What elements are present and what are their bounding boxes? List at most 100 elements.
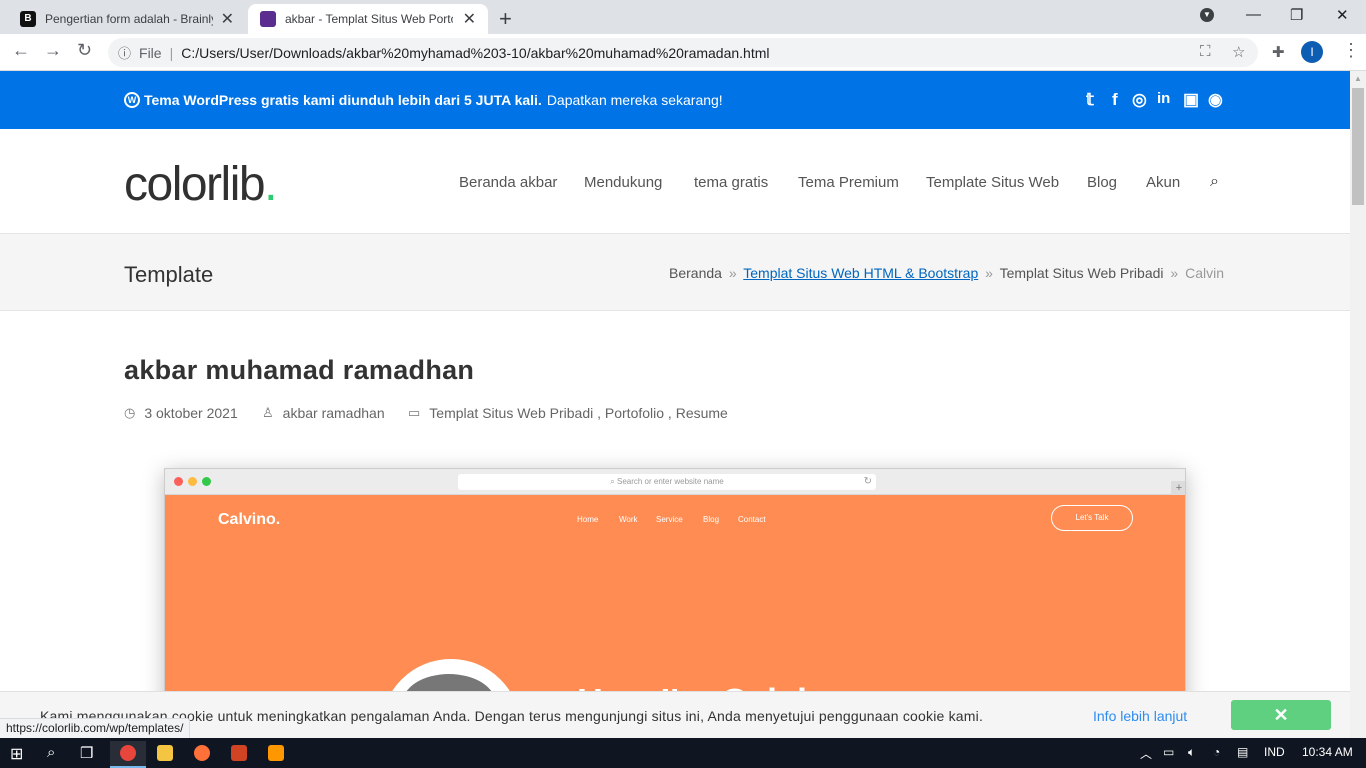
cookie-banner: Kami menggunakan cookie untuk meningkatk… [0,691,1350,738]
chrome-app[interactable] [110,741,146,768]
tab-brainly[interactable]: B Pengertian form adalah - Brainly.co.id… [8,4,246,34]
breadcrumb-current: Calvin [1185,265,1224,281]
menu-item-mendukung[interactable]: Mendukung [584,174,662,191]
breadcrumb-section[interactable]: Templat Situs Web Pribadi [1000,265,1164,281]
forward-icon[interactable]: → [44,40,62,61]
new-tab-icon[interactable]: + [499,6,512,32]
mock-maximize-dot [202,477,211,486]
clock[interactable]: 10:34 AM [1302,745,1353,759]
info-icon[interactable]: ⓘ [118,43,131,62]
windows-taskbar: ⊞ ⌕ ❒ ︿ ▭ 🔈︎ ◔ ▤ IND 10:34 AM [0,738,1366,768]
menu-item-beranda[interactable]: Beranda akbar [459,174,557,191]
status-url-bubble: https://colorlib.com/wp/templates/ [0,718,191,738]
post-author: ♙ akbar ramadhan [262,405,385,421]
reload-icon[interactable]: ↻ [77,40,92,61]
windows-start-icon[interactable]: ⊞ [10,744,23,764]
brainly-favicon-icon: B [20,11,36,27]
tray-chevron-icon[interactable]: ︿ [1140,745,1152,762]
url-text[interactable]: C:/Users/User/Downloads/akbar%20myhamad%… [181,45,769,61]
post-categories-text[interactable]: Templat Situs Web Pribadi , Portofolio ,… [429,405,728,421]
bookmark-star-icon[interactable]: ☆ [1232,43,1245,61]
extensions-icon[interactable]: ✚ [1272,43,1285,61]
address-bar[interactable]: ⓘ File | C:/Users/User/Downloads/akbar%2… [108,38,1258,67]
menu-item-template[interactable]: Template Situs Web [926,174,1059,191]
language-indicator[interactable]: IND [1264,745,1285,759]
search-icon[interactable]: ⌕ [47,744,55,761]
breadcrumb-link[interactable]: Templat Situs Web HTML & Bootstrap [743,265,978,281]
action-center-icon[interactable]: ▤ [1237,745,1248,759]
close-tab-icon[interactable]: ✕ [463,9,476,29]
colorlib-logo[interactable]: colorlib. [124,157,277,212]
tab-title: akbar - Templat Situs Web Portofolio [285,12,453,26]
github-icon[interactable]: ◉ [1208,90,1223,110]
restore-icon[interactable]: ❐ [1290,6,1303,24]
post-author-text[interactable]: akbar ramadhan [283,405,385,421]
menu-item-tema-premium[interactable]: Tema Premium [798,174,899,191]
cookie-info-link[interactable]: Info lebih lanjut [1093,708,1187,724]
mock-search-icon: ⌕ [610,477,617,486]
firefox-app[interactable] [184,741,220,768]
tab-title: Pengertian form adalah - Brainly.co.id [45,12,213,26]
battery-icon[interactable]: ▭ [1163,745,1174,759]
sublime-app[interactable] [258,741,294,768]
firefox-icon [194,745,210,761]
chrome-icon [120,745,136,761]
logo-dot: . [264,158,277,211]
menu-item-akun[interactable]: Akun [1146,174,1180,191]
back-icon[interactable]: ← [12,40,30,61]
announcement-bar: W Tema WordPress gratis kami diunduh leb… [0,71,1350,129]
scrollbar-thumb[interactable] [1352,88,1364,205]
youtube-icon[interactable]: ▣ [1183,90,1199,110]
user-icon: ♙ [262,405,274,420]
twitter-icon[interactable]: 𝕥 [1086,90,1094,110]
search-icon[interactable]: ⌕ [1210,173,1219,191]
task-view-icon[interactable]: ❒ [80,744,93,762]
powerpoint-app[interactable] [221,741,257,768]
breadcrumb: Beranda » Templat Situs Web HTML & Boots… [669,265,1224,281]
page-scrollbar[interactable]: ▲ [1350,71,1366,738]
facebook-icon[interactable]: f [1112,90,1118,110]
mock-brand: Calvino. [218,511,281,528]
menu-kebab-icon[interactable]: ⋮ [1342,40,1360,61]
page-header: Template Beranda » Templat Situs Web HTM… [0,233,1350,311]
mock-nav-work: Work [619,515,638,524]
mock-nav-service: Service [656,515,683,524]
menu-item-tema-gratis[interactable]: tema gratis [694,174,768,191]
volume-icon[interactable]: 🔈︎ [1188,745,1195,760]
announcement-bold: Tema WordPress gratis kami diunduh lebih… [144,92,542,108]
linkedin-icon[interactable]: in [1157,90,1170,107]
mock-plus-icon: + [1171,481,1185,495]
site-header: colorlib. Beranda akbar Mendukung tema g… [0,129,1350,233]
colorlib-favicon-icon [260,11,276,27]
scroll-up-icon[interactable]: ▲ [1354,74,1362,83]
mock-nav-blog: Blog [703,515,720,524]
mock-close-dot [174,477,183,486]
translate-icon[interactable]: ⛶ [1200,43,1211,60]
close-window-icon[interactable]: ✕ [1336,6,1349,24]
mock-lets-talk-button: Let's Talk [1051,505,1133,531]
folder-icon: ▭ [408,405,421,420]
tab-akbar[interactable]: akbar - Templat Situs Web Portofolio ✕ [248,4,488,34]
post-date: ◷ 3 oktober 2021 [124,405,238,421]
breadcrumb-home[interactable]: Beranda [669,265,722,281]
mock-reload-icon: ↻ [863,476,872,487]
mock-browser-bar: ⌕ Search or enter website name ↻ + [165,469,1185,495]
cookie-close-button[interactable]: ✕ [1231,700,1331,730]
announcement-cta[interactable]: Dapatkan mereka sekarang! [547,92,723,108]
folder-icon [157,745,173,761]
announcement-message[interactable]: W Tema WordPress gratis kami diunduh leb… [124,92,723,108]
minimize-icon[interactable]: — [1246,6,1261,23]
logo-text: colorlib [124,158,266,211]
instagram-icon[interactable]: ◎ [1132,90,1147,110]
page-title: Template [124,262,214,287]
profile-avatar[interactable]: I [1301,41,1323,63]
powerpoint-icon [231,745,247,761]
menu-item-blog[interactable]: Blog [1087,174,1117,191]
mock-nav-contact: Contact [738,515,766,524]
sublime-icon [268,745,284,761]
mock-url-bar: ⌕ Search or enter website name ↻ [458,474,876,490]
tab-search-icon[interactable]: ▼ [1200,8,1214,22]
close-tab-icon[interactable]: ✕ [221,9,234,29]
explorer-app[interactable] [147,741,183,768]
wifi-icon[interactable]: ◔ [1213,745,1220,759]
